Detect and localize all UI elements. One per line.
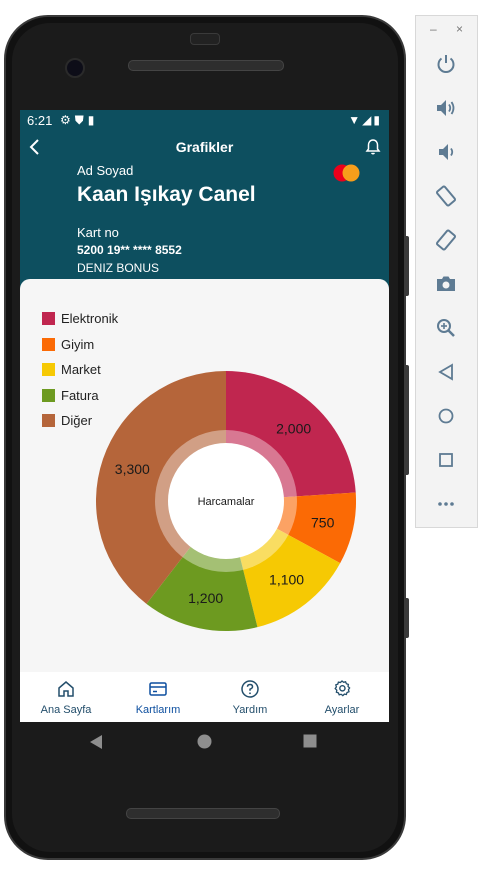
help-icon [241,680,259,698]
system-navigation-bar [20,722,389,768]
name-label: Ad Soyad [77,163,134,178]
emulator-close-button[interactable]: × [456,22,463,36]
emulator-minimize-button[interactable]: – [430,22,437,36]
legend-swatch [42,312,55,325]
app-screen: 6:21 ⚙⛊▮ ▼◢▮ Grafikler Ad Soyad Kaan Işı… [20,110,389,722]
status-left-icons: ⚙⛊▮ [60,113,98,128]
sim-status-icon: ▮ [87,113,99,127]
system-back-button[interactable] [89,734,103,750]
legend-label: Diğer [61,413,93,429]
status-time: 6:21 [27,113,53,128]
gear-status-icon: ⚙ [60,113,75,127]
more-icon[interactable] [434,492,458,516]
nav-label: Ayarlar [324,704,360,716]
chart-card: Elektronik Giyim Market Fatura Diğer 2,0… [20,279,389,672]
nav-home[interactable]: Ana Sayfa [20,672,112,722]
legend-label: Fatura [61,387,99,403]
overview-icon[interactable] [434,448,458,472]
volume-down-icon[interactable] [434,140,458,164]
camera-icon[interactable] [434,272,458,296]
app-header: 6:21 ⚙⛊▮ ▼◢▮ Grafikler Ad Soyad Kaan Işı… [20,110,389,295]
nav-label: Ana Sayfa [40,704,92,716]
power-icon[interactable] [434,52,458,76]
slice-label: 1,100 [269,571,304,587]
nav-help[interactable]: Yardım [204,672,296,722]
phone-speaker-top [128,60,284,71]
legend-label: Giyim [61,336,95,352]
front-camera [65,58,85,78]
back-icon[interactable] [434,360,458,384]
nav-label: Yardım [232,704,268,716]
nav-settings[interactable]: Ayarlar [296,672,388,722]
system-home-button[interactable] [197,734,212,749]
spending-donut-chart: 2,000 750 1,100 1,200 3,300 Harcamalar [96,371,356,631]
legend-swatch [42,388,55,402]
signal-icon: ◢ [362,113,374,127]
legend-swatch [42,363,55,377]
mastercard-logo [333,164,360,182]
notifications-button[interactable] [365,138,381,161]
status-bar: 6:21 ⚙⛊▮ ▼◢▮ [20,110,389,132]
home-icon[interactable] [434,404,458,428]
side-button-power [404,236,409,296]
card-number-label: Kart no [77,225,119,240]
emulator-toolbar: – × [415,15,478,528]
status-right-icons: ▼◢▮ [348,113,382,127]
battery-icon: ▮ [373,113,382,127]
phone-sensor [190,33,220,45]
card-type: DENIZ BONUS [77,261,160,275]
slice-label: 750 [311,514,335,530]
donut-center-label: Harcamalar [198,496,255,508]
rotate-left-icon[interactable] [434,184,458,208]
page-title: Grafikler [175,139,234,155]
card-number: 5200 19** **** 8552 [77,243,182,257]
slice-label: 3,300 [115,461,150,477]
legend-label: Market [61,362,101,378]
nav-cards[interactable]: Kartlarım [112,672,204,722]
card-holder-name: Kaan Işıkay Canel [77,183,256,206]
bell-icon [365,139,381,155]
bottom-navigation: Ana Sayfa Kartlarım Yardım Ayarlar [20,672,389,722]
nav-label: Kartlarım [135,704,181,716]
shield-status-icon: ⛊ [74,113,88,127]
slice-label: 2,000 [276,421,311,437]
legend-label: Elektronik [61,311,119,326]
zoom-icon[interactable] [434,316,458,340]
home-icon [58,681,74,697]
phone-speaker-bottom [126,808,280,819]
volume-up-icon[interactable] [434,96,458,120]
rotate-right-icon[interactable] [434,228,458,252]
slice-label: 1,200 [188,590,223,606]
card-icon [149,682,167,696]
settings-icon [334,680,351,697]
side-button-extra [404,598,409,638]
system-recents-button[interactable] [303,734,317,748]
legend-swatch [42,337,55,351]
wifi-icon: ▼ [348,113,363,127]
side-button-volume [404,365,409,475]
legend-swatch [42,414,55,428]
